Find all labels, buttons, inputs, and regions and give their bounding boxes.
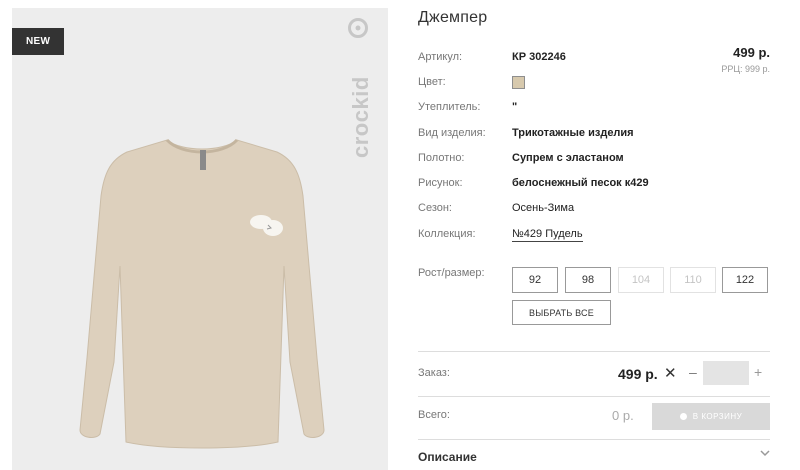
product-image[interactable]: NEW crockid: [12, 8, 388, 470]
svg-text:crockid: crockid: [348, 76, 373, 158]
order-price: 499 р.: [618, 366, 658, 382]
size-option-104: 104: [618, 267, 664, 293]
chevron-down-icon[interactable]: [760, 450, 770, 458]
divider: [418, 396, 770, 397]
add-to-cart-button[interactable]: В КОРЗИНУ: [652, 403, 770, 430]
size-option-110: 110: [670, 267, 716, 293]
color-label: Цвет:: [418, 76, 446, 88]
product-type-label: Вид изделия:: [418, 127, 486, 139]
product-title: Джемпер: [418, 9, 488, 26]
quantity-input[interactable]: [703, 361, 749, 385]
product-price: 499 р.: [733, 45, 770, 60]
new-badge: NEW: [12, 28, 65, 55]
color-swatch: [512, 76, 525, 89]
size-option-92[interactable]: 92: [512, 267, 558, 293]
recommended-retail-price: РРЦ: 999 р.: [721, 64, 770, 74]
add-to-cart-label: В КОРЗИНУ: [692, 412, 743, 421]
season-value: Осень-Зима: [512, 202, 575, 214]
pattern-value: белоснежный песок к429: [512, 177, 649, 189]
divider: [418, 439, 770, 440]
insulation-label: Утеплитель:: [418, 101, 481, 113]
description-toggle[interactable]: Описание: [418, 450, 477, 464]
cart-icon: [679, 413, 687, 420]
total-amount: 0 р.: [612, 408, 634, 423]
order-label: Заказ:: [418, 367, 450, 379]
divider: [418, 351, 770, 352]
total-label: Всего:: [418, 409, 450, 421]
increase-quantity-button[interactable]: +: [754, 364, 762, 380]
collection-label: Коллекция:: [418, 228, 476, 240]
fabric-label: Полотно:: [418, 152, 465, 164]
fabric-value: Супрем с эластаном: [512, 152, 624, 164]
season-label: Сезон:: [418, 202, 452, 214]
select-all-sizes-button[interactable]: ВЫБРАТЬ ВСЕ: [512, 300, 611, 325]
size-option-98[interactable]: 98: [565, 267, 611, 293]
article-label: Артикул:: [418, 51, 463, 63]
product-type-value: Трикотажные изделия: [512, 127, 634, 139]
size-option-122[interactable]: 122: [722, 267, 768, 293]
insulation-value: ": [512, 101, 518, 113]
jumper-illustration: [79, 138, 325, 449]
pattern-label: Рисунок:: [418, 177, 463, 189]
multiply-icon: ✕: [664, 365, 677, 382]
article-value: КР 302246: [512, 51, 566, 63]
crockid-logo: crockid: [348, 18, 373, 158]
decrease-quantity-button[interactable]: –: [689, 364, 697, 380]
size-label: Рост/размер:: [418, 267, 485, 279]
collection-link[interactable]: №429 Пудель: [512, 228, 583, 242]
